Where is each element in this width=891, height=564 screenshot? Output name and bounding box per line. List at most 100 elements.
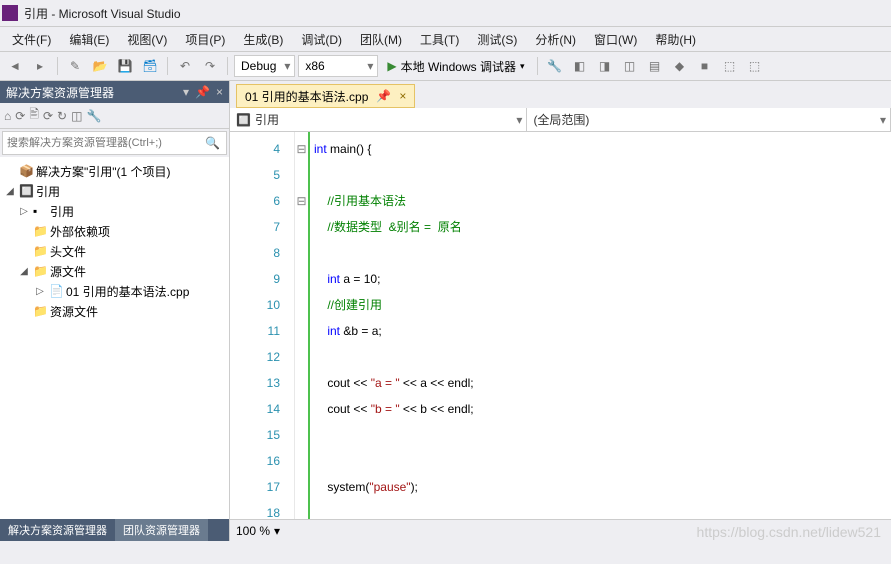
open-icon[interactable]: 📂 [89,55,111,77]
tool-icon[interactable]: ▤ [644,55,666,77]
chevron-down-icon: ▾ [274,524,280,538]
file-tab[interactable]: 01 引用的基本语法.cpp 📌 × [236,84,415,108]
menu-test[interactable]: 测试(S) [469,29,525,50]
separator [167,57,168,75]
panel-title: 解决方案资源管理器 [6,84,114,101]
tool-icon[interactable]: ⬚ [744,55,766,77]
menu-team[interactable]: 团队(M) [352,29,410,50]
close-icon[interactable]: × [399,89,406,103]
home-icon[interactable]: ⌂ [4,109,11,123]
tool-icon[interactable]: ■ [694,55,716,77]
menu-bar: 文件(F) 编辑(E) 视图(V) 项目(P) 生成(B) 调试(D) 团队(M… [0,27,891,51]
tree-label: 资源文件 [50,303,98,320]
dropdown-icon[interactable]: ▾ [183,85,189,99]
separator [227,57,228,75]
tab-label: 01 引用的基本语法.cpp [245,88,368,105]
tree-label: 头文件 [50,243,86,260]
panel-toolbar: ⌂ ⟳ 🖹 ⟳ ↻ ◫ 🔧 [0,103,229,129]
expand-icon[interactable]: ▷ [34,286,46,297]
tool-icon[interactable]: ◨ [594,55,616,77]
chevron-down-icon: ▾ [520,61,525,72]
tab-strip: 01 引用的基本语法.cpp 📌 × [230,81,891,108]
pin-icon[interactable]: 📌 [376,89,391,103]
scope-dropdown[interactable]: 🔲 引用 [230,108,527,131]
expand-icon[interactable]: ◢ [18,266,30,277]
file-icon: 📄 [49,284,63,298]
code-area[interactable]: 45678910111213141516171819 ⊟ ⊟ int main(… [230,132,891,519]
search-box[interactable]: 🔍 [2,131,227,155]
expand-icon[interactable]: ▷ [18,206,30,217]
tree-item[interactable]: ▷📄01 引用的基本语法.cpp [0,281,229,301]
tree-label: 外部依赖项 [50,223,110,240]
editor: 01 引用的基本语法.cpp 📌 × 🔲 引用 (全局范围) 456789101… [230,81,891,541]
config-dropdown[interactable]: Debug [234,55,295,77]
tree-label: 源文件 [50,263,86,280]
tree-label: 01 引用的基本语法.cpp [66,283,189,300]
menu-edit[interactable]: 编辑(E) [61,29,117,50]
play-icon: ▶ [387,59,396,73]
tab-team-explorer[interactable]: 团队资源管理器 [115,519,208,541]
menu-view[interactable]: 视图(V) [119,29,175,50]
tree-item[interactable]: 📁外部依赖项 [0,221,229,241]
sidebar-tabs: 解决方案资源管理器 团队资源管理器 [0,519,229,541]
tab-solution-explorer[interactable]: 解决方案资源管理器 [0,519,115,541]
properties-icon[interactable]: 🔧 [86,109,101,123]
panel-header: 解决方案资源管理器 ▾ 📌 × [0,81,229,103]
tree: 📦解决方案"引用"(1 个项目)◢🔲引用▷▪引用📁外部依赖项📁头文件◢📁源文件▷… [0,157,229,519]
separator [537,57,538,75]
tree-label: 引用 [50,203,74,220]
menu-build[interactable]: 生成(B) [235,29,291,50]
platform-dropdown[interactable]: x86 [298,55,378,77]
undo-icon[interactable]: ↶ [174,55,196,77]
tool-icon[interactable]: ⬚ [719,55,741,77]
tool-icon[interactable]: 🔧 [544,55,566,77]
pin-icon[interactable]: 📌 [195,85,210,99]
save-icon[interactable]: 💾 [114,55,136,77]
tree-item[interactable]: 📦解决方案"引用"(1 个项目) [0,161,229,181]
tool-icon[interactable]: ◫ [619,55,641,77]
tree-item[interactable]: ▷▪引用 [0,201,229,221]
search-icon[interactable]: 🔍 [199,136,226,150]
menu-debug[interactable]: 调试(D) [293,29,350,50]
forward-icon[interactable]: ▸ [29,55,51,77]
run-button[interactable]: ▶ 本地 Windows 调试器 ▾ [381,55,530,77]
file-icon: 🔲 [19,184,33,198]
back-icon[interactable]: ◄ [4,55,26,77]
tree-item[interactable]: 📁资源文件 [0,301,229,321]
refresh-icon[interactable]: ⟳ [15,109,25,123]
file-icon: 📁 [33,264,47,278]
code-text[interactable]: int main() { //引用基本语法 //数据类型 &别名 = 原名 in… [310,132,891,519]
tree-item[interactable]: ◢🔲引用 [0,181,229,201]
search-input[interactable] [3,137,199,149]
menu-help[interactable]: 帮助(H) [647,29,704,50]
member-dropdown[interactable]: (全局范围) [527,108,891,131]
menu-analyze[interactable]: 分析(N) [527,29,584,50]
tool-icon[interactable]: ⟳ [43,109,53,123]
menu-window[interactable]: 窗口(W) [586,29,645,50]
new-icon[interactable]: ✎ [64,55,86,77]
close-icon[interactable]: × [216,85,223,99]
tool-icon[interactable]: ↻ [57,109,67,123]
tool-icon[interactable]: ◧ [569,55,591,77]
fold-margin[interactable]: ⊟ ⊟ [295,132,310,519]
tree-label: 引用 [36,183,60,200]
line-numbers: 45678910111213141516171819 [230,132,295,519]
tool-icon[interactable]: 🖹 [29,105,39,126]
tool-icon[interactable]: ◆ [669,55,691,77]
redo-icon[interactable]: ↷ [199,55,221,77]
zoom-level[interactable]: 100 % ▾ [236,524,280,538]
tree-item[interactable]: ◢📁源文件 [0,261,229,281]
title-bar: 引用 - Microsoft Visual Studio [0,0,891,27]
expand-icon[interactable]: ◢ [4,186,16,197]
file-icon: 📁 [33,244,47,258]
tree-item[interactable]: 📁头文件 [0,241,229,261]
window-title: 引用 - Microsoft Visual Studio [24,5,181,22]
separator [57,57,58,75]
menu-file[interactable]: 文件(F) [4,29,59,50]
file-icon: ▪ [33,204,47,218]
tool-icon[interactable]: ◫ [71,109,82,123]
menu-project[interactable]: 项目(P) [177,29,233,50]
menu-tools[interactable]: 工具(T) [412,29,467,50]
saveall-icon[interactable]: 🗃 [139,55,161,77]
status-strip: 100 % ▾ [230,519,891,541]
